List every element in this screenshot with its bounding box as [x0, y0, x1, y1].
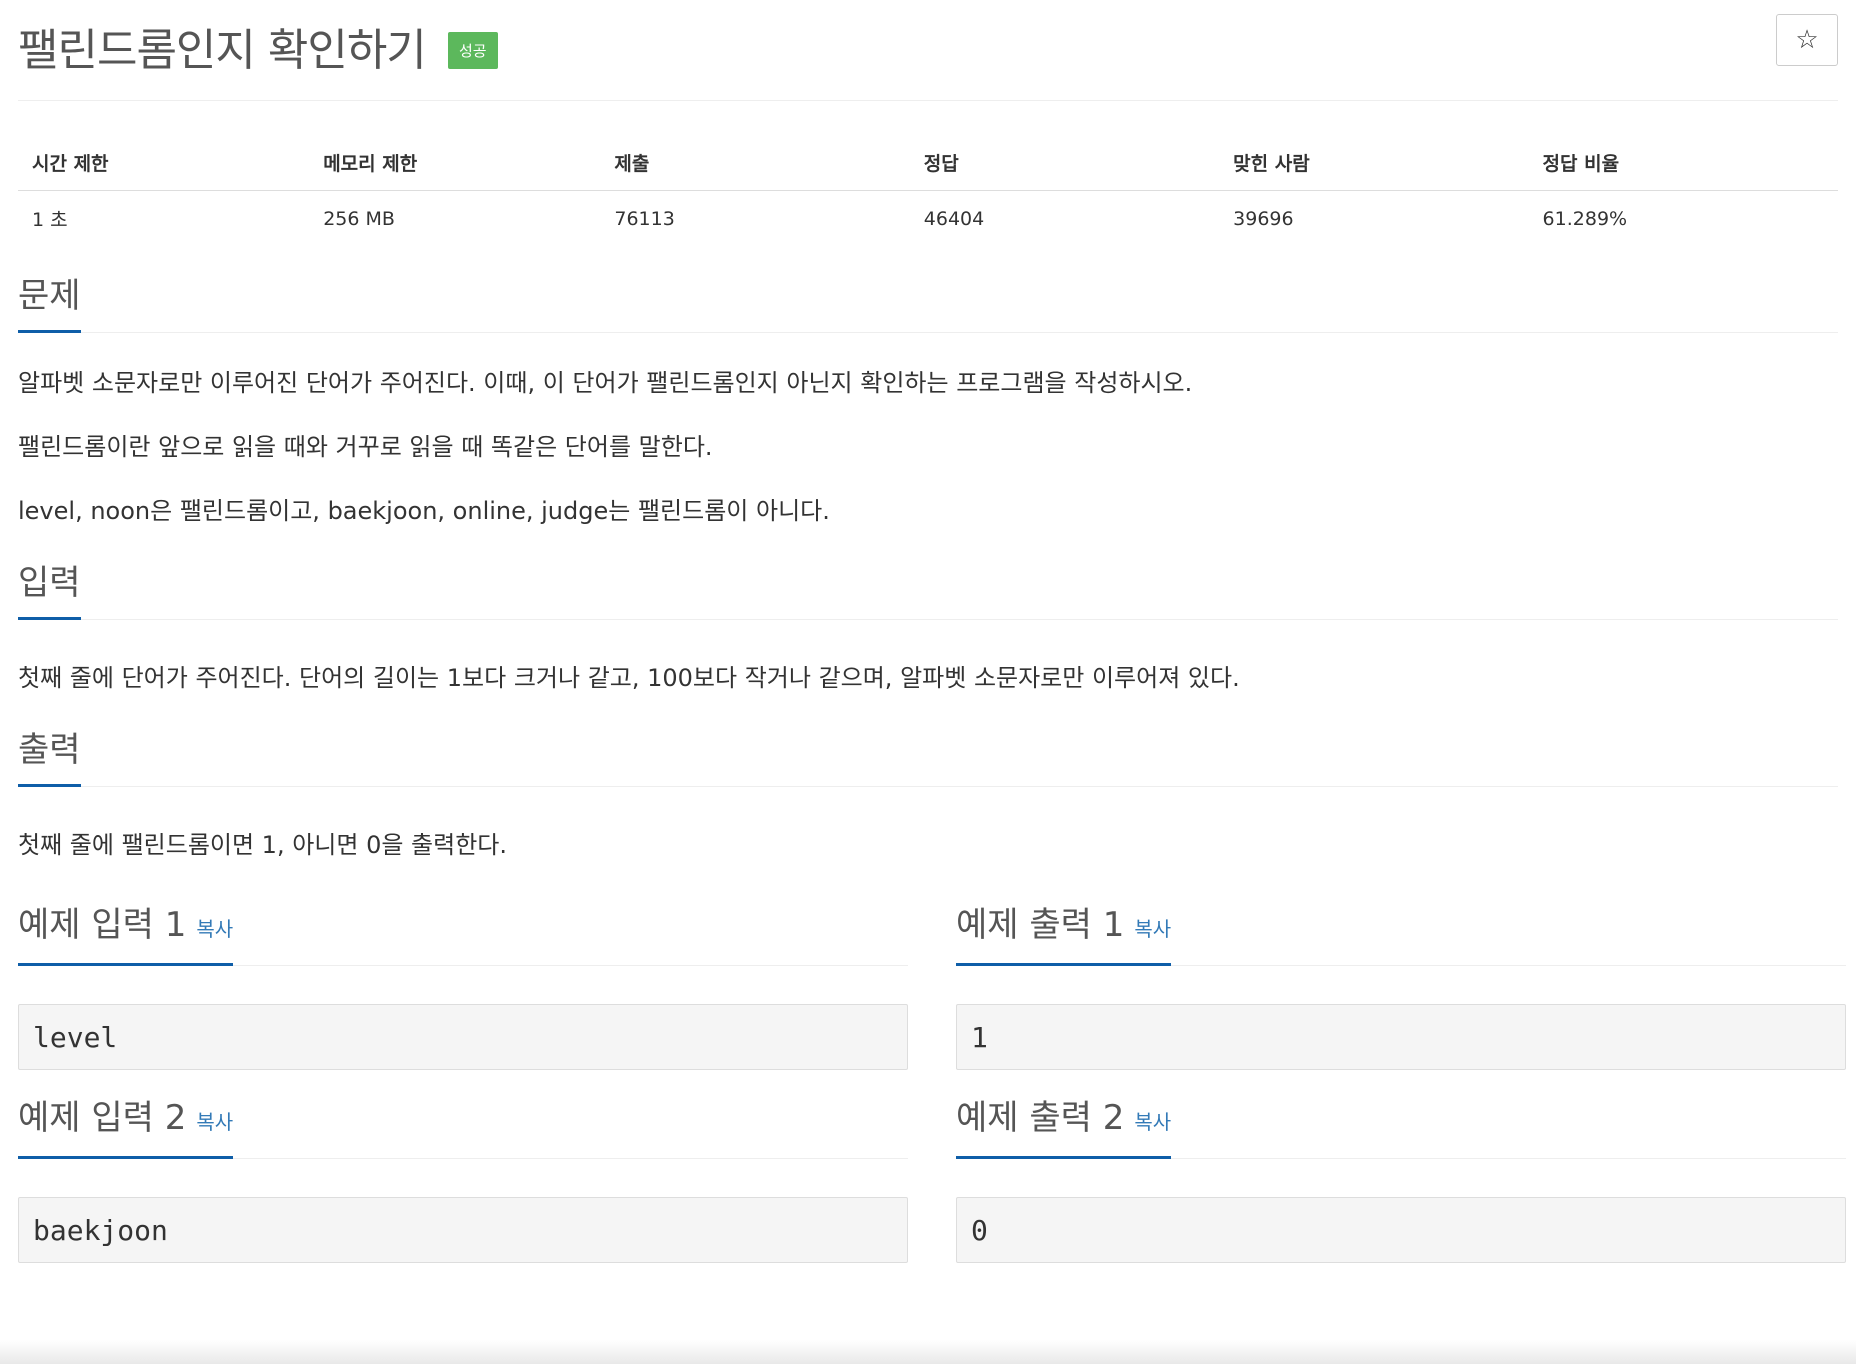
copy-sample-input-2-link[interactable]: 복사: [196, 1110, 233, 1134]
description-paragraph: 팰린드롬이란 앞으로 읽을 때와 거꾸로 읽을 때 똑같은 단어를 말한다.: [18, 433, 713, 461]
samples-grid: 예제 입력 1 복사 level 예제 출력 1 복사 1 예제 입력 2 복사 ba…: [18, 877, 1846, 1263]
star-icon: ☆: [1795, 25, 1819, 55]
section-heading-input: 입력: [18, 555, 81, 620]
copy-sample-output-2-link[interactable]: 복사: [1134, 1110, 1171, 1134]
bottom-fade: [0, 1340, 1856, 1364]
sample-input-1-heading: 예제 입력 1 복사: [18, 897, 234, 966]
section-heading-output: 출력: [18, 722, 81, 787]
stats-header-submissions: 제출: [600, 139, 910, 191]
stats-submissions: 76113: [614, 207, 675, 230]
stats-header-memory-limit: 메모리 제한: [309, 139, 601, 191]
sample-output-1: 예제 출력 1 복사 1: [956, 877, 1846, 1070]
section-header: 예제 입력 1 복사: [18, 903, 908, 966]
stats-header-row: 시간 제한 메모리 제한 제출 정답 맞힌 사람 정답 비율: [18, 139, 1838, 191]
stats-value-row: 1 초 256 MB 76113 46404 39696 61.289%: [18, 191, 1838, 243]
problem-output-section: 출력 첫째 줄에 팰린드롬이면 1, 아니면 0을 출력한다.: [18, 724, 1838, 863]
description-paragraph: 알파벳 소문자로만 이루어진 단어가 주어진다. 이때, 이 단어가 팰린드롬인…: [18, 369, 1193, 397]
section-heading-problem: 문제: [18, 268, 81, 333]
output-text: 첫째 줄에 팰린드롬이면 1, 아니면 0을 출력한다.: [18, 831, 508, 859]
stats-memory-limit: 256 MB: [323, 207, 395, 230]
sample-heading-text: 예제 입력 1: [18, 905, 187, 945]
input-text: 첫째 줄에 단어가 주어진다. 단어의 길이는 1보다 크거나 같고, 100보…: [18, 664, 1240, 692]
status-badge: 성공: [448, 32, 498, 69]
description-paragraph: level, noon은 팰린드롬이고, baekjoon, online, j…: [18, 497, 830, 525]
sample-input-1: 예제 입력 1 복사 level: [18, 877, 908, 1070]
bookmark-button[interactable]: ☆: [1776, 14, 1838, 66]
copy-sample-input-1-link[interactable]: 복사: [196, 917, 233, 941]
copy-sample-output-1-link[interactable]: 복사: [1134, 917, 1171, 941]
sample-input-2: 예제 입력 2 복사 baekjoon: [18, 1070, 908, 1263]
sample-heading-text: 예제 입력 2: [18, 1098, 187, 1138]
sample-output-2-data[interactable]: 0: [956, 1197, 1846, 1263]
sample-heading-text: 예제 출력 2: [956, 1098, 1125, 1138]
problem-title: 팰린드롬인지 확인하기: [18, 25, 427, 76]
stats-header-ratio: 정답 비율: [1528, 139, 1838, 191]
stats-time-limit: 1 초: [32, 209, 68, 231]
sample-output-2: 예제 출력 2 복사 0: [956, 1070, 1846, 1263]
section-header: 입력: [18, 557, 1838, 620]
stats-header-accepted: 정답: [909, 139, 1220, 191]
sample-input-2-heading: 예제 입력 2 복사: [18, 1090, 234, 1159]
sample-output-1-data[interactable]: 1: [956, 1004, 1846, 1070]
section-header: 예제 출력 1 복사: [956, 903, 1846, 966]
output-description: 첫째 줄에 팰린드롬이면 1, 아니면 0을 출력한다.: [18, 787, 1838, 863]
problem-stats-table: 시간 제한 메모리 제한 제출 정답 맞힌 사람 정답 비율 1 초 256 M…: [18, 139, 1838, 242]
stats-accepted: 46404: [923, 207, 985, 230]
problem-description-section: 문제 알파벳 소문자로만 이루어진 단어가 주어진다. 이때, 이 단어가 팰린…: [18, 270, 1838, 529]
section-header: 출력: [18, 724, 1838, 787]
section-header: 예제 출력 2 복사: [956, 1096, 1846, 1159]
section-header: 문제: [18, 270, 1838, 333]
stats-ratio: 61.289%: [1542, 207, 1628, 230]
stats-solvers: 39696: [1233, 207, 1294, 230]
problem-page: 팰린드롬인지 확인하기 성공 ☆ 시간 제한 메모리 제한 제출 정답 맞힌 사…: [0, 0, 1856, 1364]
sample-output-1-heading: 예제 출력 1 복사: [956, 897, 1172, 966]
stats-header-solvers: 맞힌 사람: [1219, 139, 1529, 191]
sample-heading-text: 예제 출력 1: [956, 905, 1125, 945]
problem-description: 알파벳 소문자로만 이루어진 단어가 주어진다. 이때, 이 단어가 팰린드롬인…: [18, 333, 1838, 529]
sample-output-2-heading: 예제 출력 2 복사: [956, 1090, 1172, 1159]
problem-input-section: 입력 첫째 줄에 단어가 주어진다. 단어의 길이는 1보다 크거나 같고, 1…: [18, 557, 1838, 696]
section-header: 예제 입력 2 복사: [18, 1096, 908, 1159]
input-description: 첫째 줄에 단어가 주어진다. 단어의 길이는 1보다 크거나 같고, 100보…: [18, 620, 1838, 696]
sample-input-2-data[interactable]: baekjoon: [18, 1197, 908, 1263]
sample-input-1-data[interactable]: level: [18, 1004, 908, 1070]
problem-header: 팰린드롬인지 확인하기 성공 ☆: [18, 0, 1838, 101]
stats-header-time-limit: 시간 제한: [18, 139, 310, 191]
